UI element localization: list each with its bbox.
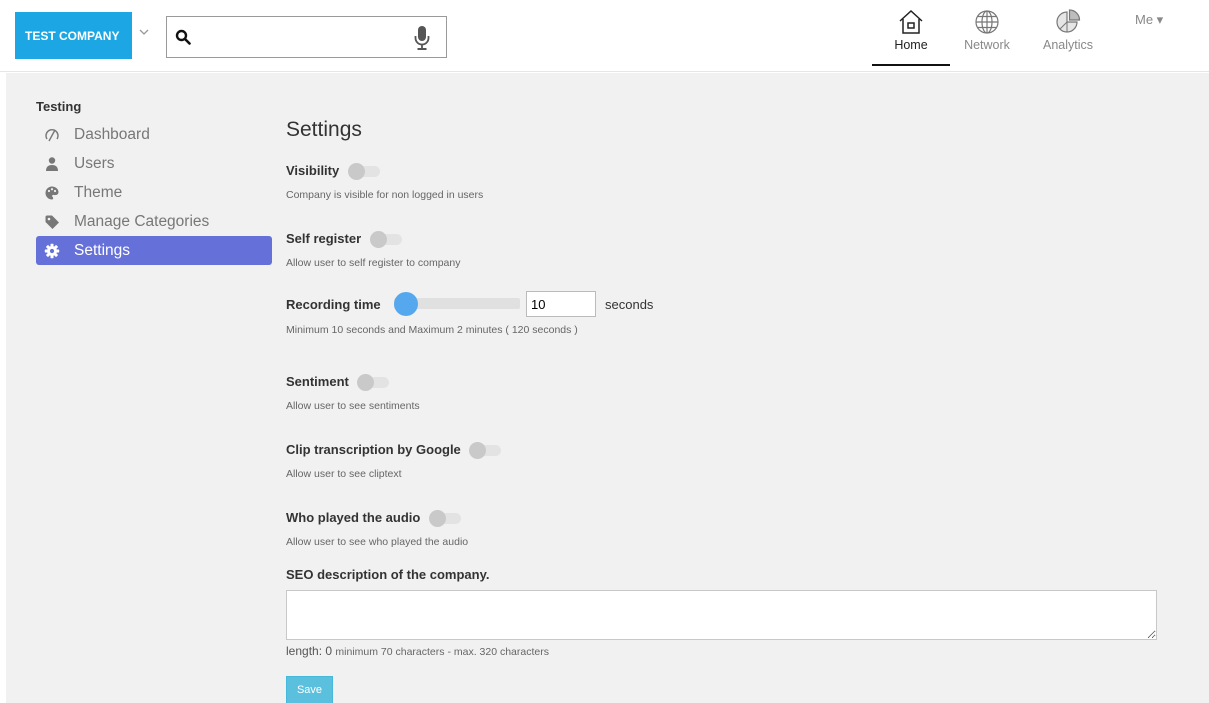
clip-transcription-setting: Clip transcription by Google Allow user …: [286, 441, 502, 480]
microphone-icon[interactable]: [413, 25, 431, 51]
nav-home-label: Home: [894, 38, 928, 52]
nav-analytics[interactable]: Analytics: [1032, 8, 1104, 64]
seo-length-hint: minimum 70 characters - max. 320 charact…: [335, 646, 549, 658]
visibility-label: Visibility: [286, 163, 340, 179]
sidebar-title: Testing: [36, 99, 82, 114]
page-title: Settings: [286, 118, 362, 141]
visibility-description: Company is visible for non logged in use…: [286, 189, 484, 201]
nav-home[interactable]: Home: [872, 8, 950, 66]
recording-time-unit: seconds: [605, 297, 654, 312]
nav-network-label: Network: [964, 38, 1010, 52]
who-played-toggle[interactable]: [428, 509, 461, 527]
recording-time-input[interactable]: [526, 291, 596, 317]
sentiment-setting: Sentiment Allow user to see sentiments: [286, 373, 420, 412]
home-icon: [899, 9, 923, 34]
user-menu[interactable]: Me ▾: [1135, 12, 1163, 28]
sidebar-item-label: Manage Categories: [74, 212, 210, 230]
top-bar: TEST COMPANY Home Network Analytics Me ▾: [0, 0, 1209, 72]
sidebar-item-label: Users: [74, 154, 115, 172]
who-played-description: Allow user to see who played the audio: [286, 536, 469, 548]
nav-analytics-label: Analytics: [1042, 38, 1094, 52]
chevron-down-icon[interactable]: [138, 26, 150, 38]
globe-icon: [975, 10, 999, 34]
self-register-label: Self register: [286, 231, 362, 247]
company-button[interactable]: TEST COMPANY: [15, 12, 132, 59]
sentiment-label: Sentiment: [286, 374, 349, 390]
who-played-setting: Who played the audio Allow user to see w…: [286, 509, 468, 548]
self-register-toggle[interactable]: [369, 230, 402, 248]
search-icon[interactable]: [175, 29, 191, 45]
dashboard-icon: [45, 128, 59, 141]
clip-transcription-toggle[interactable]: [469, 441, 502, 459]
sidebar-item-label: Dashboard: [74, 125, 150, 143]
sentiment-description: Allow user to see sentiments: [286, 400, 420, 412]
seo-length-label: length:: [286, 644, 323, 658]
recording-time-slider[interactable]: [394, 292, 520, 316]
toggle-knob: [347, 162, 365, 180]
save-button[interactable]: Save: [286, 676, 333, 703]
toggle-knob: [369, 230, 387, 248]
company-name: TEST COMPANY: [25, 28, 120, 43]
sidebar: Testing Dashboard Users Theme Manage Cat…: [36, 98, 272, 265]
pie-chart-icon: [1056, 9, 1081, 33]
search-box: [166, 16, 447, 58]
visibility-setting: Visibility Company is visible for non lo…: [286, 162, 483, 201]
clip-transcription-description: Allow user to see cliptext: [286, 468, 402, 480]
visibility-toggle[interactable]: [347, 162, 380, 180]
toggle-knob: [357, 373, 375, 391]
nav-network[interactable]: Network: [956, 8, 1018, 64]
recording-time-label: Recording time: [286, 297, 381, 312]
seo-length-value: 0: [325, 644, 333, 658]
sidebar-item-users[interactable]: Users: [36, 149, 272, 178]
seo-length-info: length: 0 minimum 70 characters - max. 3…: [286, 644, 549, 658]
gear-icon: [44, 243, 60, 258]
clip-transcription-label: Clip transcription by Google: [286, 442, 461, 458]
sidebar-item-manage-categories[interactable]: Manage Categories: [36, 207, 272, 236]
sidebar-item-dashboard[interactable]: Dashboard: [36, 120, 272, 149]
recording-time-setting: Recording time seconds Minimum 10 second…: [286, 288, 786, 348]
sidebar-item-label: Theme: [74, 183, 123, 201]
sidebar-item-label: Settings: [74, 241, 131, 259]
seo-label: SEO description of the company.: [286, 567, 490, 582]
palette-icon: [45, 186, 59, 199]
recording-time-description: Minimum 10 seconds and Maximum 2 minutes…: [286, 324, 578, 336]
who-played-label: Who played the audio: [286, 510, 421, 526]
self-register-description: Allow user to self register to company: [286, 257, 461, 269]
seo-description-textarea[interactable]: [286, 590, 1157, 640]
toggle-knob: [428, 509, 446, 527]
tag-icon: [45, 215, 59, 229]
toggle-knob: [469, 441, 487, 459]
search-input[interactable]: [195, 25, 395, 49]
sidebar-item-settings[interactable]: Settings: [36, 236, 272, 265]
user-icon: [46, 156, 58, 171]
slider-handle[interactable]: [394, 292, 418, 316]
self-register-setting: Self register Allow user to self registe…: [286, 230, 461, 269]
sidebar-item-theme[interactable]: Theme: [36, 178, 272, 207]
sentiment-toggle[interactable]: [357, 373, 390, 391]
